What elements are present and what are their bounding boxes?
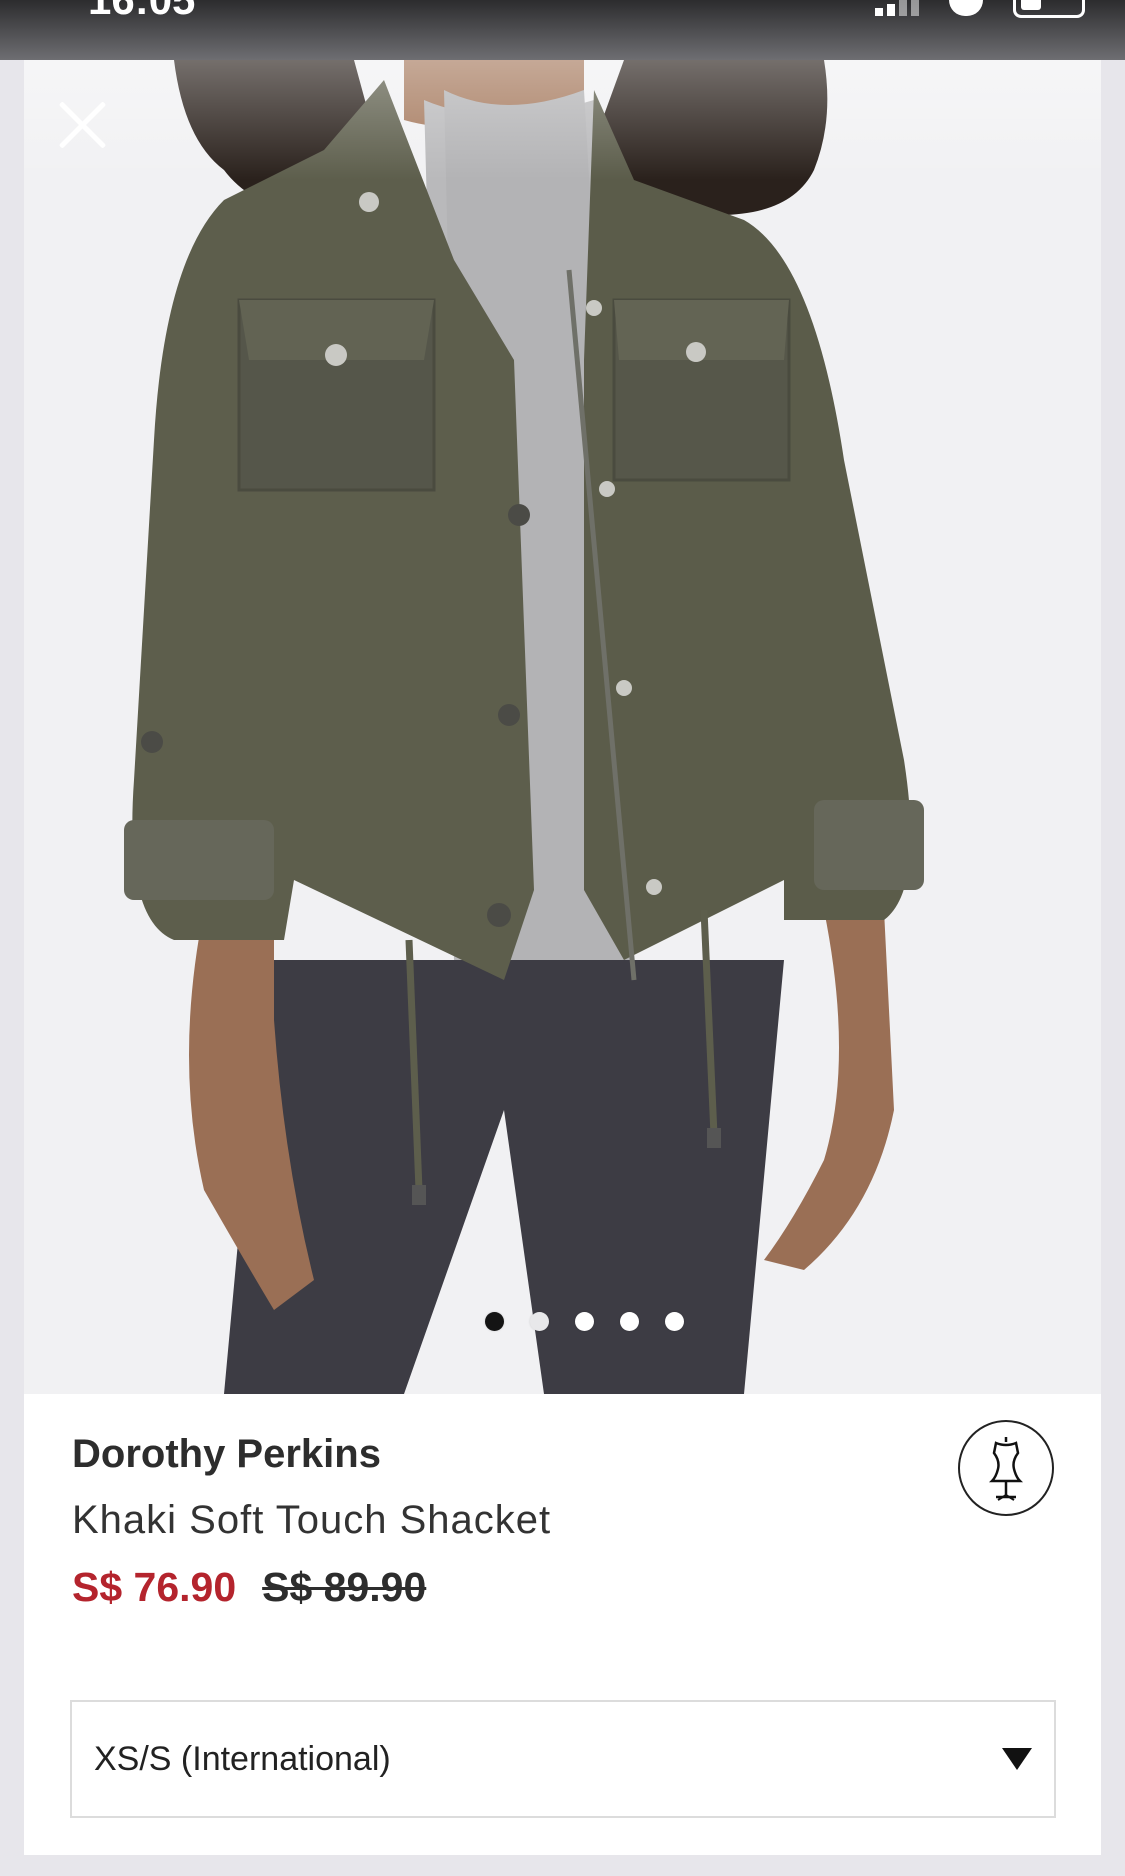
product-image-gallery[interactable]: [24, 60, 1101, 1394]
product-photo: [24, 60, 1101, 1394]
gallery-dot-4[interactable]: [620, 1312, 639, 1331]
battery-icon: [1013, 0, 1085, 18]
mannequin-icon: [988, 1437, 1024, 1501]
gallery-dot-2[interactable]: [530, 1312, 549, 1331]
gallery-dot-5[interactable]: [665, 1312, 684, 1331]
gallery-dot-1[interactable]: [485, 1312, 504, 1331]
sale-price: S$ 76.90: [72, 1564, 237, 1610]
original-price: S$ 89.90: [262, 1564, 427, 1610]
wifi-icon: [949, 0, 983, 16]
size-dropdown[interactable]: XS/S (International): [70, 1700, 1056, 1818]
brand-name[interactable]: Dorothy Perkins: [72, 1432, 381, 1477]
status-bar: 16:05: [0, 0, 1125, 60]
chevron-down-icon: [1002, 1748, 1032, 1770]
signal-icon: [875, 0, 919, 16]
status-icons: [875, 0, 1085, 18]
product-name: Khaki Soft Touch Shacket: [72, 1498, 552, 1542]
price-row: S$ 76.90 S$ 89.90: [72, 1564, 426, 1611]
product-info: Dorothy Perkins Khaki Soft Touch Shacket…: [24, 1394, 1101, 1855]
size-selected-value: XS/S (International): [94, 1740, 391, 1778]
product-card: Dorothy Perkins Khaki Soft Touch Shacket…: [24, 60, 1101, 1855]
status-time: 16:05: [88, 0, 195, 24]
gallery-dot-3[interactable]: [575, 1312, 594, 1331]
size-guide-button[interactable]: [958, 1420, 1054, 1516]
gallery-pagination: [24, 1312, 1101, 1331]
close-icon[interactable]: [56, 98, 108, 150]
